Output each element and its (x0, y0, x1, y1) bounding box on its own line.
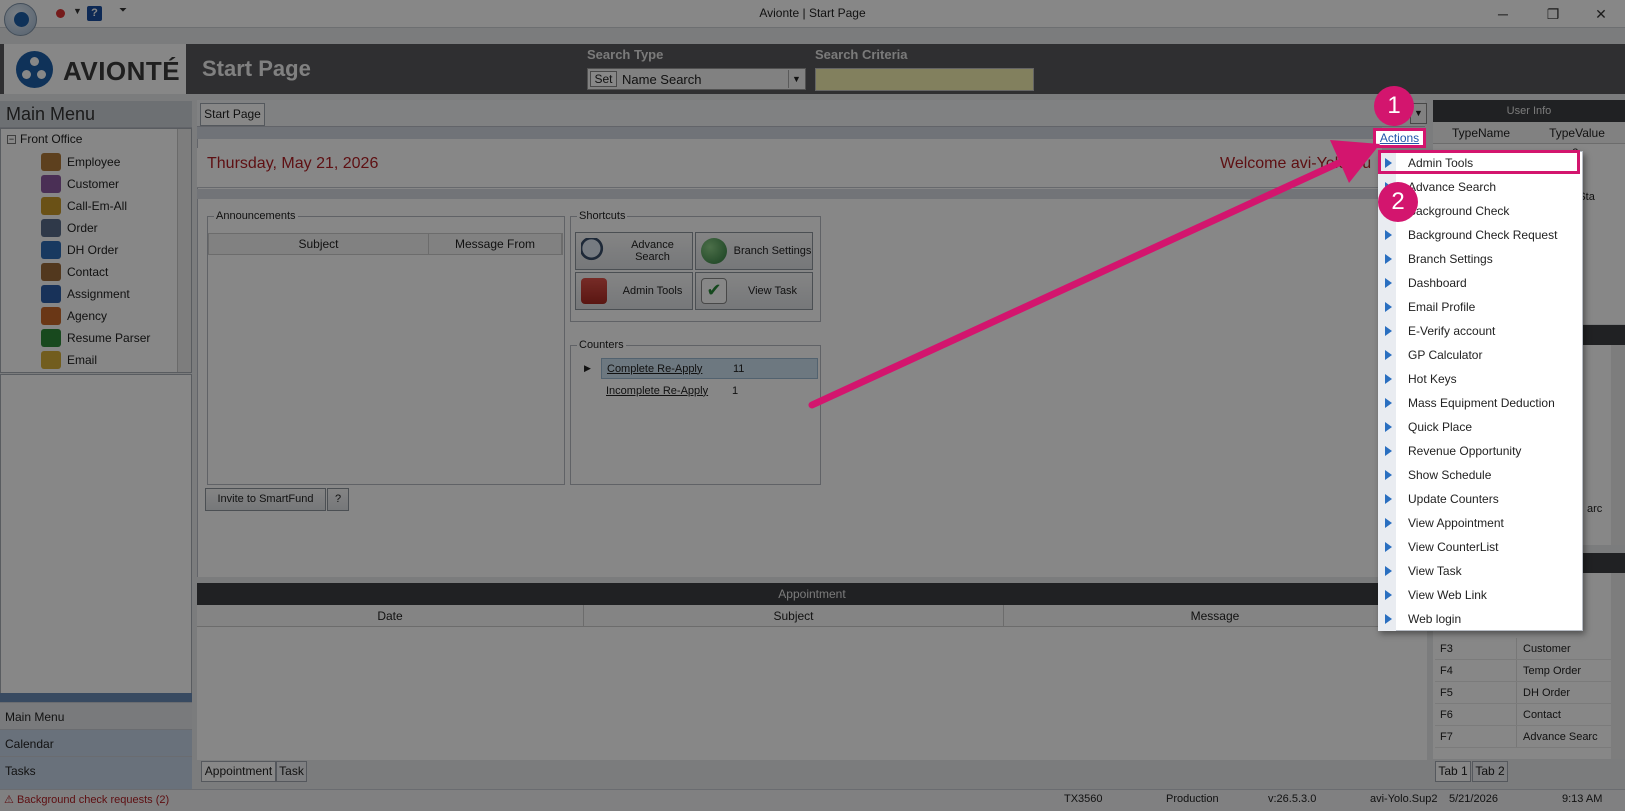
callout-badge-1: 1 (1374, 86, 1414, 126)
callout-badge-2: 2 (1378, 182, 1418, 222)
arrow-shaft (808, 156, 1349, 409)
